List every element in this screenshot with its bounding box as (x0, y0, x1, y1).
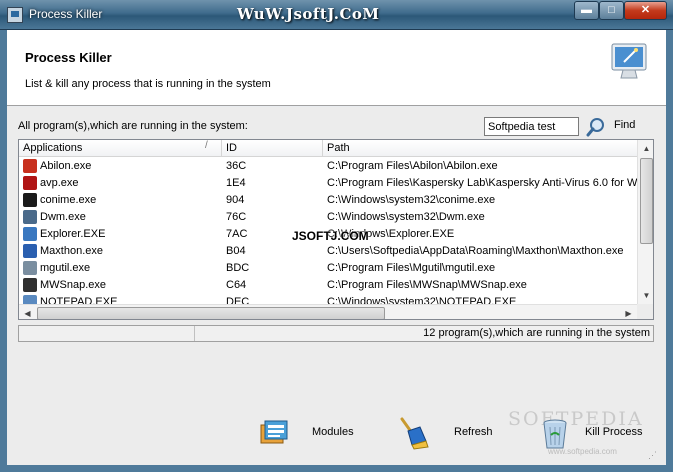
process-path: C:\Windows\system32\Dwm.exe (327, 211, 485, 223)
close-button[interactable]: ✕ (624, 1, 667, 20)
abilon-icon (23, 159, 37, 173)
list-header: Applications / ID Path (19, 140, 637, 157)
process-row[interactable]: Dwm.exe 76C C:\Windows\system32\Dwm.exe (19, 209, 637, 226)
explorer-icon (23, 227, 37, 241)
status-bar: 12 program(s),which are running in the s… (18, 325, 654, 342)
monitor-wand-icon (611, 43, 647, 79)
maximize-button[interactable]: □ (599, 1, 624, 20)
find-button[interactable]: Find (614, 119, 635, 131)
process-path: C:\Program Files\Kaspersky Lab\Kaspersky… (327, 177, 637, 189)
process-row[interactable]: mgutil.exe BDC C:\Program Files\Mgutil\mgu… (19, 260, 637, 277)
process-id: 76C (226, 211, 247, 223)
process-path: C:\Windows\system32\conime.exe (327, 194, 496, 206)
camera-icon (23, 278, 37, 292)
process-path: C:\Program Files\Mgutil\mgutil.exe (327, 262, 496, 274)
console-icon (23, 193, 37, 207)
overlay-watermark: JSOFTJ.COM (292, 229, 369, 243)
process-path: C:\Windows\Explorer.EXE (327, 228, 455, 240)
process-row[interactable]: conime.exe 904 C:\Windows\system32\conime.… (19, 192, 637, 209)
process-id: 904 (226, 194, 245, 206)
column-header-id[interactable]: ID (222, 140, 323, 157)
scroll-right-button[interactable]: ▶ (620, 305, 637, 319)
process-row[interactable]: avp.exe 1E4 C:\Program Files\Kaspersky Lab… (19, 175, 637, 192)
horizontal-scrollbar[interactable]: ◀ ▶ (19, 304, 637, 319)
scroll-up-button[interactable]: ▲ (638, 140, 653, 157)
title-bar[interactable]: Process Killer WuW.JsoftJ.CoM ▬ □ ✕ (0, 0, 673, 30)
process-id: C64 (226, 279, 247, 291)
modules-icon (260, 420, 288, 444)
search-input[interactable] (484, 117, 579, 136)
process-path: C:\Program Files\MWSnap\MWSnap.exe (327, 279, 527, 291)
scroll-corner (637, 304, 653, 319)
header-title: Process Killer (25, 50, 112, 65)
resize-grip[interactable]: ⋰ (648, 451, 660, 464)
vertical-scroll-thumb[interactable] (640, 158, 653, 244)
kaspersky-icon (23, 176, 37, 190)
maxthon-icon (23, 244, 37, 258)
refresh-label: Refresh (454, 426, 493, 438)
window-icon (23, 210, 37, 224)
running-programs-label: All program(s),which are running in the … (18, 120, 248, 132)
app-icon (7, 7, 23, 23)
vertical-scrollbar[interactable]: ▲ ▼ (637, 140, 653, 304)
horizontal-scroll-thumb[interactable] (37, 307, 385, 319)
refresh-broom-icon (400, 417, 429, 450)
scroll-left-button[interactable]: ◀ (19, 305, 36, 319)
window-title: Process Killer (29, 7, 103, 21)
process-name: conime.exe (40, 194, 97, 206)
process-path: C:\Program Files\Abilon\Abilon.exe (327, 160, 498, 172)
process-name: Abilon.exe (40, 160, 92, 172)
process-name: avp.exe (40, 177, 79, 189)
recycle-bin-icon (543, 419, 567, 449)
minimize-button[interactable]: ▬ (574, 1, 599, 20)
kill-process-button[interactable]: Kill Process (540, 415, 650, 453)
header-panel: Process Killer List & kill any process t… (7, 30, 666, 106)
process-id: 1E4 (226, 177, 246, 189)
process-id: B04 (226, 245, 246, 257)
header-subtitle: List & kill any process that is running … (25, 78, 271, 90)
process-row[interactable]: NOTEPAD.EXE DEC C:\Windows\system32\NOTEPA… (19, 294, 637, 304)
column-header-applications[interactable]: Applications (19, 140, 222, 157)
process-name: NOTEPAD.EXE (40, 296, 118, 304)
process-name: MWSnap.exe (40, 279, 107, 291)
titlebar-watermark: WuW.JsoftJ.CoM (237, 5, 380, 23)
process-name: Dwm.exe (40, 211, 86, 223)
process-id: 36C (226, 160, 247, 172)
process-name: Maxthon.exe (40, 245, 103, 257)
process-id: DEC (226, 296, 250, 304)
search-icon[interactable] (586, 117, 606, 137)
sort-indicator: / (205, 140, 208, 151)
process-id: BDC (226, 262, 250, 274)
modules-button[interactable]: Modules (257, 415, 357, 453)
process-row[interactable]: Abilon.exe 36C C:\Program Files\Abilon\Abi… (19, 158, 637, 175)
column-header-path[interactable]: Path (323, 140, 637, 157)
process-row[interactable]: MWSnap.exe C64 C:\Program Files\MWSnap\MWS… (19, 277, 637, 294)
process-name: mgutil.exe (40, 262, 91, 274)
scroll-down-button[interactable]: ▼ (638, 287, 653, 304)
process-path: C:\Users\Softpedia\AppData\Roaming\Maxth… (327, 245, 624, 257)
notepad-icon (23, 295, 37, 304)
kill-process-label: Kill Process (585, 426, 643, 438)
modules-label: Modules (312, 426, 354, 438)
process-path: C:\Windows\system32\NOTEPAD.EXE (327, 296, 517, 304)
status-text: 12 program(s),which are running in the s… (423, 327, 650, 339)
status-left-pane (19, 326, 195, 341)
process-row[interactable]: Maxthon.exe B04 C:\Users\Softpedia\AppData… (19, 243, 637, 260)
mgutil-icon (23, 261, 37, 275)
refresh-button[interactable]: Refresh (396, 415, 496, 453)
process-name: Explorer.EXE (40, 228, 106, 240)
